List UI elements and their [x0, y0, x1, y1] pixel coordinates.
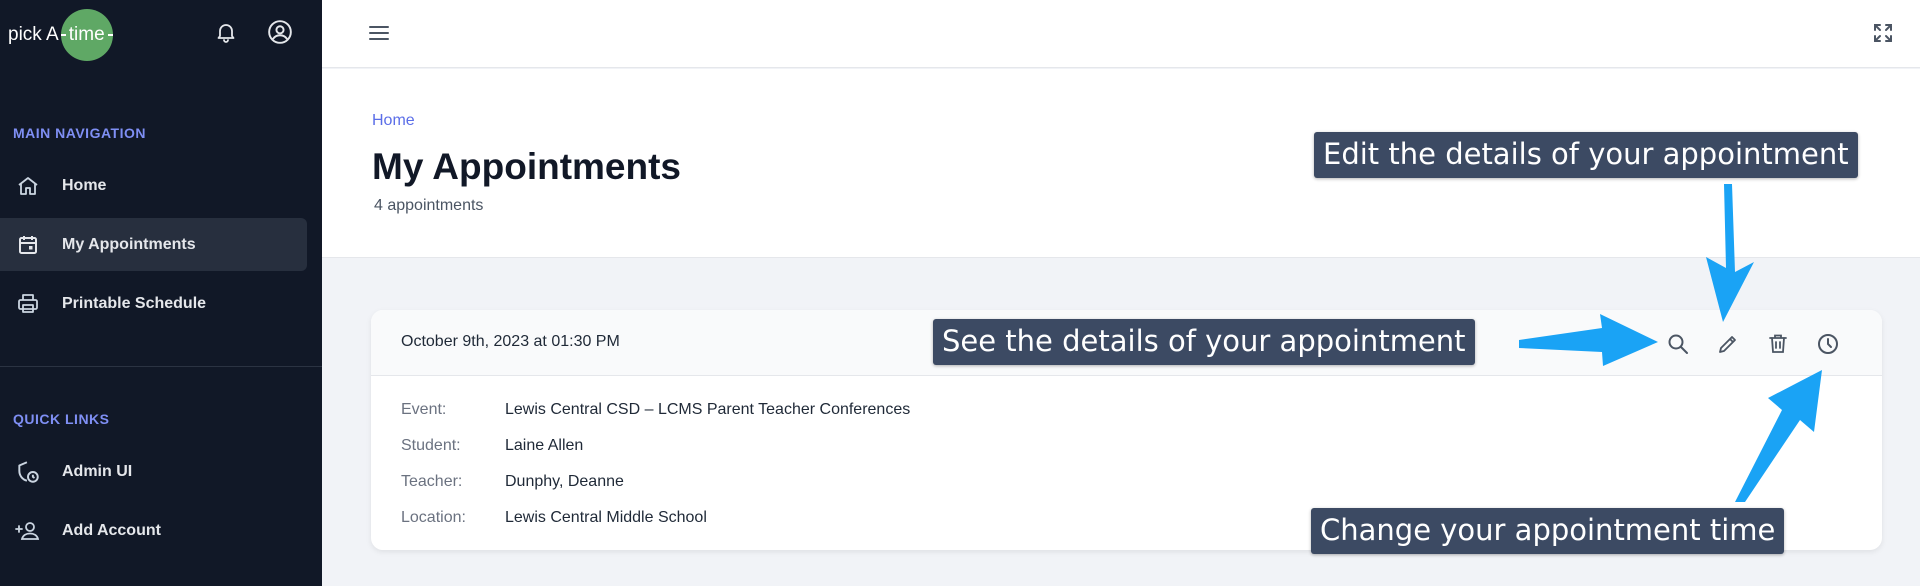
- detail-value: Lewis Central Middle School: [505, 509, 707, 526]
- detail-row-teacher: Teacher: Dunphy, Deanne: [401, 473, 624, 491]
- quick-links-heading: QUICK LINKS: [13, 411, 110, 427]
- logo-pick-text: pick A: [8, 24, 59, 45]
- appointment-actions: [1660, 326, 1846, 362]
- detail-label: Student:: [401, 437, 461, 454]
- sidebar-divider: [0, 366, 322, 367]
- detail-row-student: Student: Laine Allen: [401, 437, 583, 455]
- sidebar-item-label: Add Account: [62, 521, 161, 539]
- sidebar-item-my-appointments[interactable]: My Appointments: [0, 218, 307, 271]
- sidebar-item-add-account[interactable]: Add Account: [0, 504, 307, 557]
- logo-time-text: time: [68, 24, 105, 45]
- bell-icon[interactable]: [212, 18, 240, 46]
- appointment-count: 4 appointments: [374, 197, 484, 214]
- detail-label: Teacher:: [401, 473, 463, 490]
- appointment-datetime: October 9th, 2023 at 01:30 PM: [401, 333, 620, 350]
- calendar-icon: [14, 231, 42, 259]
- sidebar: pick A time MAIN NAVIGATION Home My Appo…: [0, 0, 322, 586]
- sidebar-item-label: Admin UI: [62, 462, 133, 480]
- detail-row-event: Event: Lewis Central CSD – LCMS Parent T…: [401, 401, 910, 419]
- user-circle-icon[interactable]: [266, 18, 294, 46]
- sidebar-item-label: My Appointments: [62, 235, 196, 253]
- trash-icon[interactable]: [1760, 326, 1796, 362]
- logo[interactable]: pick A time: [8, 8, 113, 62]
- sidebar-item-label: Printable Schedule: [62, 294, 207, 312]
- printer-icon: [14, 290, 42, 318]
- sidebar-item-label: Home: [62, 176, 107, 194]
- clock-icon[interactable]: [1810, 326, 1846, 362]
- detail-label: Location:: [401, 509, 466, 526]
- detail-value: Lewis Central CSD – LCMS Parent Teacher …: [505, 401, 911, 418]
- hamburger-menu-icon[interactable]: [362, 16, 396, 50]
- sidebar-item-admin-ui[interactable]: Admin UI: [0, 445, 307, 498]
- page-title: My Appointments: [372, 146, 682, 187]
- top-bar: [322, 0, 1920, 68]
- shield-clock-icon: [14, 458, 42, 486]
- logo-clock-circle: time: [60, 9, 113, 61]
- main-navigation-heading: MAIN NAVIGATION: [13, 125, 146, 141]
- detail-value: Dunphy, Deanne: [505, 473, 624, 490]
- detail-value: Laine Allen: [505, 437, 584, 454]
- pencil-icon[interactable]: [1710, 326, 1746, 362]
- callout-see: See the details of your appointment: [933, 319, 1475, 365]
- person-add-icon: [14, 517, 42, 545]
- sidebar-item-home[interactable]: Home: [0, 159, 307, 212]
- sidebar-item-printable-schedule[interactable]: Printable Schedule: [0, 277, 307, 330]
- search-icon[interactable]: [1660, 326, 1696, 362]
- breadcrumb-home[interactable]: Home: [372, 112, 415, 130]
- fullscreen-icon[interactable]: [1866, 16, 1900, 50]
- home-icon: [14, 172, 42, 200]
- detail-label: Event:: [401, 401, 447, 418]
- callout-edit: Edit the details of your appointment: [1314, 132, 1858, 178]
- callout-change: Change your appointment time: [1311, 508, 1785, 554]
- detail-row-location: Location: Lewis Central Middle School: [401, 509, 707, 527]
